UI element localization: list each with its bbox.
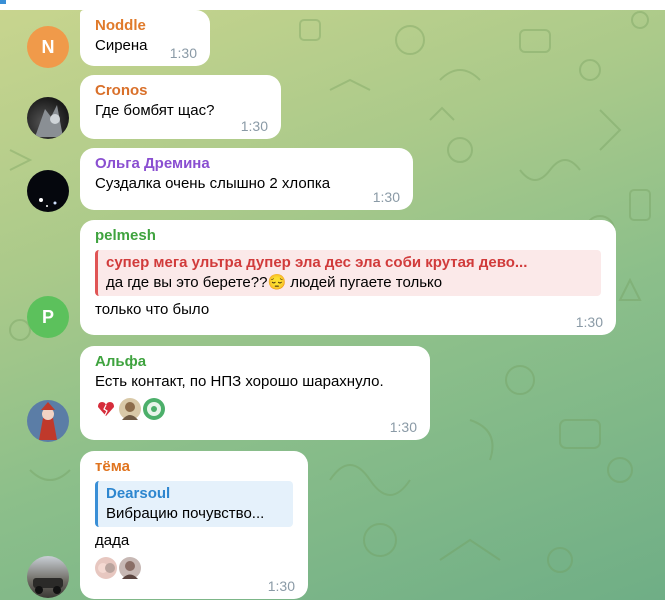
message-text: Суздалка очень слышно 2 хлопка bbox=[95, 175, 331, 192]
message-time: 1:30 bbox=[389, 419, 417, 435]
message-time: 1:30 bbox=[240, 118, 268, 134]
reply-text: да где вы это берете??😔 людей пугаете то… bbox=[106, 274, 443, 291]
user-face-icon[interactable] bbox=[95, 557, 117, 579]
message-bubble[interactable]: Cronos Где бомбят щас? 1:30 bbox=[80, 75, 281, 139]
sender-name[interactable]: Noddle bbox=[95, 16, 195, 36]
message-bubble[interactable]: Noddle Сирена 1:30 bbox=[80, 10, 210, 66]
sender-name[interactable]: Альфа bbox=[95, 352, 415, 372]
reply-text: Вибрацию почувство... bbox=[106, 505, 265, 522]
message-bubble[interactable]: Альфа Есть контакт, по НПЗ хорошо шарахн… bbox=[80, 346, 430, 440]
sender-name[interactable]: pelmesh bbox=[95, 226, 601, 246]
reactions-bar[interactable] bbox=[95, 557, 293, 579]
message-text: дада bbox=[95, 532, 130, 549]
user-face-icon[interactable] bbox=[143, 398, 165, 420]
message-bubble[interactable]: pelmesh супер мега ультра дупер эла дес … bbox=[80, 220, 616, 335]
avatar[interactable]: P bbox=[27, 296, 69, 338]
sender-name[interactable]: Ольга Дремина bbox=[95, 154, 398, 174]
broken-heart-icon[interactable] bbox=[95, 398, 117, 420]
message-time: 1:30 bbox=[169, 45, 197, 61]
avatar-image bbox=[35, 105, 63, 137]
avatar[interactable] bbox=[27, 97, 69, 139]
reply-sender-name: Dearsoul bbox=[106, 485, 171, 502]
avatar[interactable]: N bbox=[27, 26, 69, 68]
reactions-bar[interactable] bbox=[95, 398, 415, 420]
user-face-icon[interactable] bbox=[119, 557, 141, 579]
avatar-image bbox=[33, 578, 63, 594]
avatar-letter: P bbox=[41, 306, 54, 327]
accent-marker bbox=[0, 0, 6, 4]
reply-preview[interactable]: супер мега ультра дупер эла дес эла соби… bbox=[95, 250, 601, 296]
avatar-letter: N bbox=[41, 36, 55, 57]
reply-preview[interactable]: Dearsoul Вибрацию почувство... bbox=[95, 481, 293, 527]
avatar-image bbox=[39, 198, 57, 207]
message-time: 1:30 bbox=[575, 314, 603, 330]
avatar-image bbox=[39, 402, 57, 440]
message-bubble[interactable]: Ольга Дремина Суздалка очень слышно 2 хл… bbox=[80, 148, 413, 210]
top-border bbox=[0, 0, 665, 10]
avatar[interactable] bbox=[27, 400, 69, 442]
message-bubble[interactable]: тёма Dearsoul Вибрацию почувство... дада… bbox=[80, 451, 308, 599]
avatar[interactable] bbox=[27, 170, 69, 212]
sender-name[interactable]: тёма bbox=[95, 457, 293, 477]
message-text: только что было bbox=[95, 301, 210, 318]
sender-name[interactable]: Cronos bbox=[95, 81, 266, 101]
message-text: Есть контакт, по НПЗ хорошо шарахнуло. bbox=[95, 373, 384, 390]
user-face-icon[interactable] bbox=[119, 398, 141, 420]
message-time: 1:30 bbox=[372, 189, 400, 205]
message-time: 1:30 bbox=[267, 578, 295, 594]
reply-sender-name: супер мега ультра дупер эла дес эла соби… bbox=[106, 254, 528, 271]
avatar[interactable] bbox=[27, 556, 69, 598]
